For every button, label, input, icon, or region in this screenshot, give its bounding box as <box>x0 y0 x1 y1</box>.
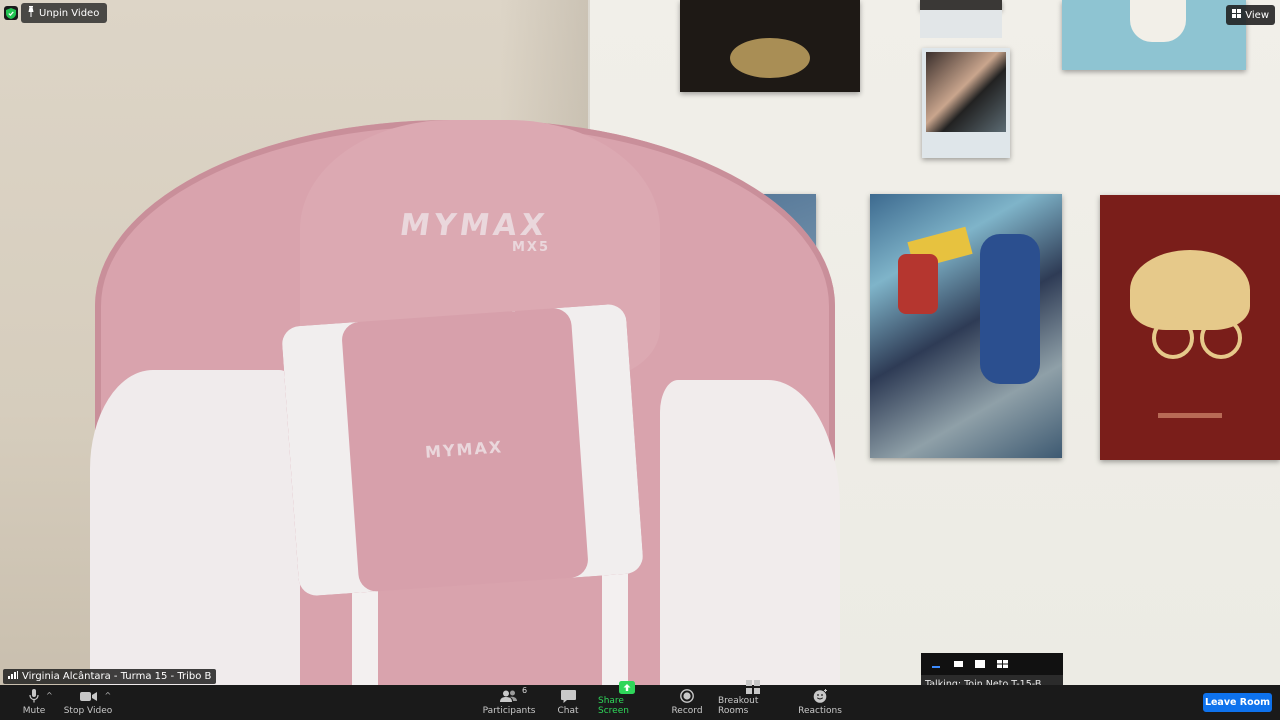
poster-photo <box>922 48 1010 158</box>
meeting-toolbar: ^ Mute ^ Stop Video 6 Participants Chat … <box>0 680 1280 720</box>
poster-harry-potter <box>1100 195 1280 460</box>
breakout-rooms-button[interactable]: Breakout Rooms <box>718 680 788 720</box>
stop-video-label: Stop Video <box>63 706 113 716</box>
video-options-caret-icon[interactable]: ^ <box>105 691 112 700</box>
poster-small-top-frame <box>920 10 1002 38</box>
photo-image <box>926 52 1006 132</box>
microphone-icon: ^ <box>29 688 53 704</box>
participant-name-tag: Virginia Alcântara - Turma 15 - Tribo B <box>3 669 217 684</box>
share-screen-label: Share Screen <box>598 696 629 716</box>
view-button[interactable]: View <box>1226 5 1275 25</box>
pin-icon <box>27 6 35 20</box>
mute-label: Mute <box>22 706 46 716</box>
signal-strength-icon <box>8 671 18 682</box>
poster-teal-cup <box>1062 0 1246 70</box>
mute-options-caret-icon[interactable]: ^ <box>46 691 53 700</box>
layout-switcher <box>921 653 1063 675</box>
participants-label: Participants <box>482 706 536 716</box>
participant-name: Virginia Alcântara - Turma 15 - Tribo B <box>22 671 212 682</box>
participants-icon: 6 <box>500 686 527 704</box>
reactions-label: Reactions <box>798 706 842 716</box>
robin-body <box>898 254 938 314</box>
minimize-icon[interactable] <box>925 655 947 673</box>
chair-logo-sub: MX5 <box>512 240 551 255</box>
chat-button[interactable]: Chat <box>553 685 583 720</box>
grid-view-icon <box>1232 9 1242 21</box>
poster-small-top <box>920 0 1002 10</box>
share-screen-button[interactable]: Share Screen <box>598 681 656 720</box>
breakout-rooms-icon <box>746 680 760 694</box>
poster-batman-robin <box>870 194 1062 458</box>
reactions-button[interactable]: Reactions <box>798 685 842 720</box>
view-label: View <box>1245 9 1269 21</box>
breakout-rooms-label: Breakout Rooms <box>718 696 759 716</box>
chair-logo: MYMAX <box>397 208 551 243</box>
hide-video-icon[interactable] <box>947 655 969 673</box>
harry-glasses-left <box>1152 317 1194 359</box>
video-feed: MYMAX MX5 MYMAX <box>0 0 1280 685</box>
emoji-smile-icon <box>813 688 828 704</box>
cup-shape <box>1130 0 1186 42</box>
video-camera-icon: ^ <box>79 688 111 704</box>
record-label: Record <box>671 706 703 716</box>
participants-button[interactable]: 6 Participants <box>482 685 536 720</box>
record-icon <box>680 688 694 704</box>
leave-room-button[interactable]: Leave Room <box>1203 693 1272 712</box>
chat-label: Chat <box>557 706 579 716</box>
encryption-shield-icon[interactable] <box>4 6 18 20</box>
chair-wing-right <box>660 380 840 685</box>
batman-figure <box>980 234 1040 384</box>
chair-wing-left <box>90 370 300 685</box>
harry-hair <box>1130 250 1250 330</box>
participants-count: 6 <box>522 686 528 695</box>
gallery-view-icon[interactable] <box>991 655 1013 673</box>
chat-bubble-icon <box>560 688 576 704</box>
mute-button[interactable]: ^ Mute <box>18 685 53 720</box>
batman-logo <box>730 38 810 78</box>
harry-caption-bar <box>1158 413 1222 418</box>
unpin-video-label: Unpin Video <box>39 7 100 19</box>
unpin-video-button[interactable]: Unpin Video <box>21 3 108 23</box>
stop-video-button[interactable]: ^ Stop Video <box>62 685 114 720</box>
poster-batman <box>680 0 860 92</box>
share-screen-icon <box>619 681 635 694</box>
speaker-view-icon[interactable] <box>969 655 991 673</box>
record-button[interactable]: Record <box>670 685 704 720</box>
harry-glasses-right <box>1200 317 1242 359</box>
